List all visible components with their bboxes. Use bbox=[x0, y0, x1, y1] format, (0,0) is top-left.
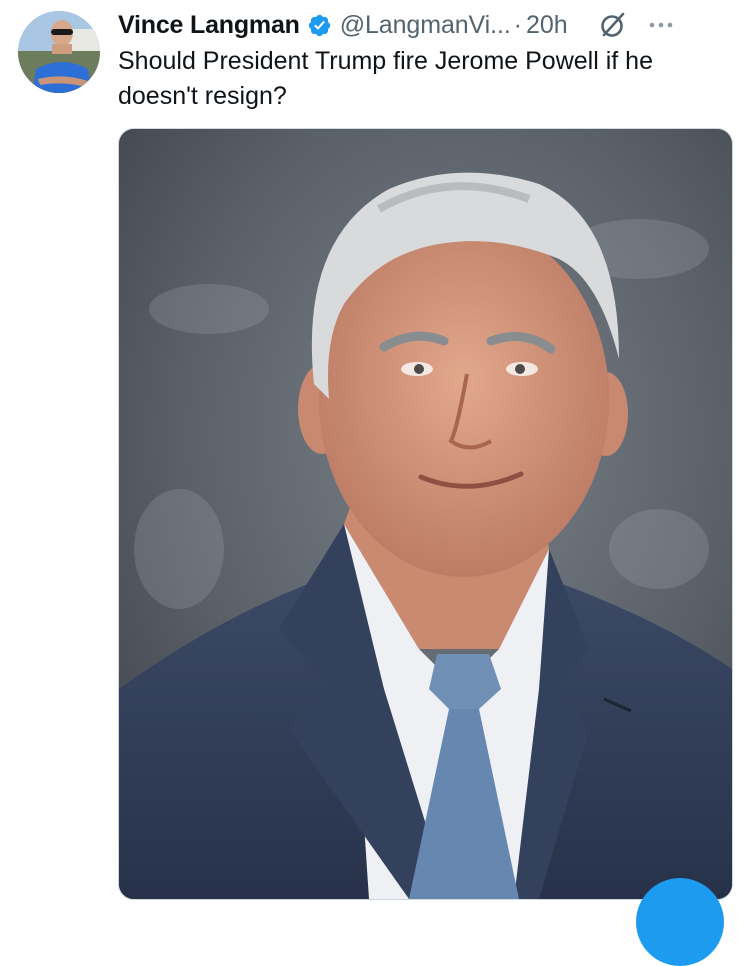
separator-dot: · bbox=[513, 10, 522, 39]
tweet[interactable]: Vince Langman @LangmanVi... · 20h Should… bbox=[0, 0, 750, 966]
avatar-photo bbox=[18, 11, 100, 93]
verified-badge-icon bbox=[308, 14, 330, 36]
timestamp[interactable]: 20h bbox=[526, 11, 568, 40]
author-name[interactable]: Vince Langman bbox=[118, 11, 300, 40]
author-handle[interactable]: @LangmanVi... bbox=[340, 11, 511, 40]
tweet-text: Should President Trump fire Jerome Powel… bbox=[118, 47, 653, 110]
portrait-photo bbox=[119, 129, 732, 899]
compose-button[interactable] bbox=[636, 878, 724, 966]
tweet-image[interactable] bbox=[118, 128, 733, 900]
more-options-icon[interactable] bbox=[646, 10, 676, 40]
avatar[interactable] bbox=[18, 11, 100, 93]
tweet-header: Vince Langman @LangmanVi... · 20h bbox=[118, 8, 732, 42]
grok-icon[interactable] bbox=[598, 10, 628, 40]
